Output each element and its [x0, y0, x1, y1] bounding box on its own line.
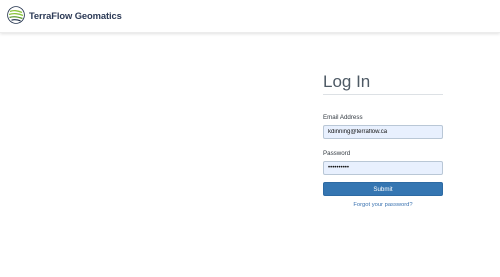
forgot-password-link[interactable]: Forgot your password? — [323, 202, 443, 208]
password-label: Password — [323, 150, 351, 157]
password-field[interactable] — [323, 161, 443, 175]
email-label: Email Address — [323, 114, 363, 121]
login-panel: Log In Email Address Password Submit For… — [323, 70, 443, 208]
title-divider — [323, 94, 443, 95]
globe-leaf-icon — [7, 6, 25, 24]
top-header: TerraFlow Geomatics — [0, 0, 500, 33]
brand-logo[interactable]: TerraFlow Geomatics — [7, 6, 122, 24]
brand-name: TerraFlow Geomatics — [29, 9, 122, 21]
page-title: Log In — [323, 72, 371, 91]
email-field[interactable] — [323, 125, 443, 139]
submit-button[interactable]: Submit — [323, 182, 443, 196]
